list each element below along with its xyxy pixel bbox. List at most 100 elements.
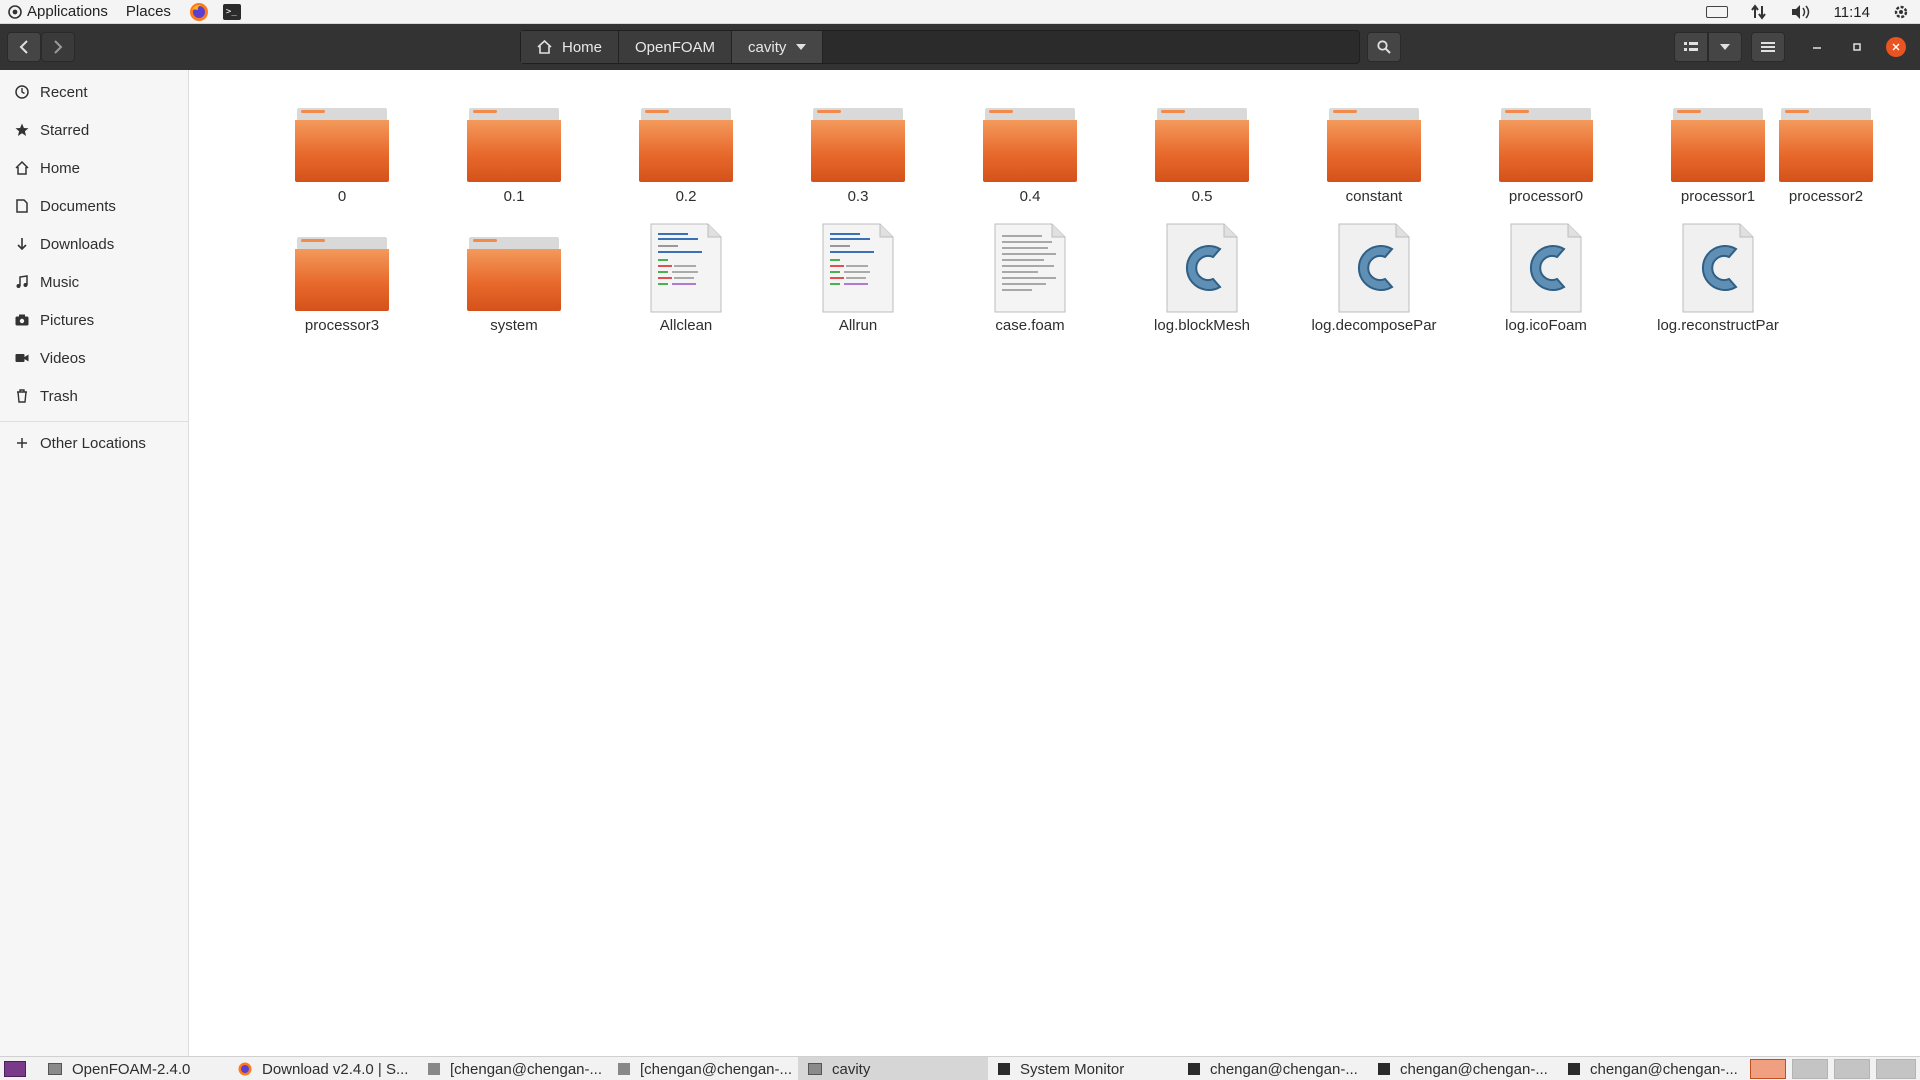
folder-item-0.5[interactable]: 0.5 <box>1122 92 1282 216</box>
terminal-icon <box>1378 1063 1390 1075</box>
taskbar-item-label: [chengan@chengan-... <box>640 1060 792 1078</box>
taskbar-item-terminal-5[interactable]: chengan@chengan-... <box>1558 1057 1748 1080</box>
file-item-allclean[interactable]: Allclean <box>606 221 766 345</box>
home-icon <box>537 40 552 54</box>
maximize-button[interactable] <box>1847 37 1867 57</box>
taskbar-item-terminal-4[interactable]: chengan@chengan-... <box>1368 1057 1558 1080</box>
file-item-log-reconstructpar[interactable]: log.reconstructPar <box>1638 221 1798 345</box>
terminal-launcher-icon[interactable]: >_ <box>222 3 241 20</box>
folder-item-0.3[interactable]: 0.3 <box>778 92 938 216</box>
c-source-file-icon <box>1338 223 1410 313</box>
taskbar-item-terminal-3[interactable]: chengan@chengan-... <box>1178 1057 1368 1080</box>
applications-icon <box>8 4 22 19</box>
view-options-button[interactable] <box>1708 32 1742 62</box>
crumb-cavity[interactable]: cavity <box>732 31 824 63</box>
sidebar-item-label: Home <box>40 159 81 177</box>
volume-icon[interactable] <box>1790 4 1812 20</box>
file-label: case.foam <box>995 317 1065 334</box>
main-menu-button[interactable] <box>1751 32 1785 62</box>
applications-menu[interactable]: Applications <box>8 3 108 20</box>
folder-icon <box>1779 108 1873 182</box>
workspace-3[interactable] <box>1834 1059 1870 1079</box>
taskbar-item-label: [chengan@chengan-... <box>450 1060 602 1078</box>
sidebar-item-trash[interactable]: Trash <box>0 378 188 414</box>
sidebar-item-music[interactable]: Music <box>0 264 188 300</box>
taskbar-item-terminal-2[interactable]: [chengan@chengan-... <box>608 1057 798 1080</box>
file-item-log-icofoam[interactable]: log.icoFoam <box>1466 221 1626 345</box>
crumb-openfoam-label: OpenFOAM <box>635 38 716 56</box>
taskbar-item-system-monitor[interactable]: System Monitor <box>988 1057 1178 1080</box>
file-label: 0.4 <box>1019 188 1041 205</box>
file-label: log.decomposePar <box>1311 317 1437 334</box>
search-button[interactable] <box>1367 32 1401 62</box>
file-label: processor2 <box>1788 188 1864 205</box>
sidebar-item-videos[interactable]: Videos <box>0 340 188 376</box>
chevron-down-icon <box>1720 44 1730 50</box>
folder-icon <box>1155 108 1249 182</box>
file-label: log.icoFoam <box>1505 317 1587 334</box>
taskbar-item-terminal-1[interactable]: [chengan@chengan-... <box>418 1057 608 1080</box>
sidebar-item-starred[interactable]: Starred <box>0 112 188 148</box>
folder-item-0[interactable]: 0 <box>262 92 422 216</box>
file-label: system <box>490 317 538 334</box>
view-list-button[interactable] <box>1674 32 1708 62</box>
folder-item-constant[interactable]: constant <box>1294 92 1454 216</box>
taskbar-item-firefox[interactable]: Download v2.4.0 | S... <box>228 1057 418 1080</box>
file-label: Allrun <box>838 317 878 334</box>
forward-button[interactable] <box>41 32 75 62</box>
folder-item-processor2[interactable]: processor2 <box>1746 92 1906 216</box>
sidebar-item-pictures[interactable]: Pictures <box>0 302 188 338</box>
chevron-right-icon <box>54 40 63 54</box>
terminal-icon <box>618 1063 630 1075</box>
folder-item-processor0[interactable]: processor0 <box>1466 92 1626 216</box>
folder-icon <box>467 237 561 311</box>
minimize-button[interactable] <box>1807 37 1827 57</box>
folder-icon <box>811 108 905 182</box>
sidebar-item-downloads[interactable]: Downloads <box>0 226 188 262</box>
system-gear-icon[interactable] <box>1892 3 1910 21</box>
sidebar-item-home[interactable]: Home <box>0 150 188 186</box>
network-icon[interactable] <box>1750 4 1768 20</box>
clock-label[interactable]: 11:14 <box>1834 4 1870 21</box>
firefox-launcher-icon[interactable] <box>189 2 209 22</box>
places-menu[interactable]: Places <box>126 3 171 20</box>
back-button[interactable] <box>7 32 41 62</box>
dropdown-arrow-icon[interactable] <box>796 44 807 50</box>
file-view: 0 0.1 0.2 0.3 0.4 0.5 constant processor… <box>189 70 1920 1056</box>
file-label: 0.2 <box>675 188 697 205</box>
close-button[interactable] <box>1886 37 1906 57</box>
folder-item-processor3[interactable]: processor3 <box>262 221 422 345</box>
trash-icon <box>14 388 30 404</box>
terminal-icon <box>1568 1063 1580 1075</box>
crumb-home[interactable]: Home <box>521 31 620 63</box>
document-icon <box>14 198 30 214</box>
file-item-case-foam[interactable]: case.foam <box>950 221 1110 345</box>
file-manager-icon <box>808 1063 822 1075</box>
taskbar-item-label: cavity <box>832 1060 871 1078</box>
header-bar: Home OpenFOAM cavity <box>0 24 1920 70</box>
terminal-icon <box>428 1063 440 1075</box>
sidebar-item-other-locations[interactable]: Other Locations <box>0 425 188 461</box>
taskbar-item-openfoam[interactable]: OpenFOAM-2.4.0 <box>38 1057 228 1080</box>
workspace-4[interactable] <box>1876 1059 1916 1079</box>
file-item-log-decomposepar[interactable]: log.decomposePar <box>1294 221 1454 345</box>
sidebar-item-documents[interactable]: Documents <box>0 188 188 224</box>
folder-item-0.1[interactable]: 0.1 <box>434 92 594 216</box>
close-icon <box>1892 43 1900 51</box>
places-label: Places <box>125 3 171 20</box>
crumb-openfoam[interactable]: OpenFOAM <box>619 31 733 63</box>
file-label: processor1 <box>1680 188 1756 205</box>
sidebar-item-recent[interactable]: Recent <box>0 74 188 110</box>
taskbar-item-cavity[interactable]: cavity <box>798 1057 988 1080</box>
folder-item-0.2[interactable]: 0.2 <box>606 92 766 216</box>
c-source-file-icon <box>1682 223 1754 313</box>
workspace-2[interactable] <box>1792 1059 1828 1079</box>
file-item-log-blockmesh[interactable]: log.blockMesh <box>1122 221 1282 345</box>
folder-item-0.4[interactable]: 0.4 <box>950 92 1110 216</box>
file-item-allrun[interactable]: Allrun <box>778 221 938 345</box>
keyboard-icon[interactable] <box>1705 6 1728 18</box>
show-desktop-icon[interactable] <box>4 1061 26 1077</box>
folder-item-system[interactable]: system <box>434 221 594 345</box>
folder-icon <box>295 108 389 182</box>
workspace-1[interactable] <box>1750 1059 1786 1079</box>
